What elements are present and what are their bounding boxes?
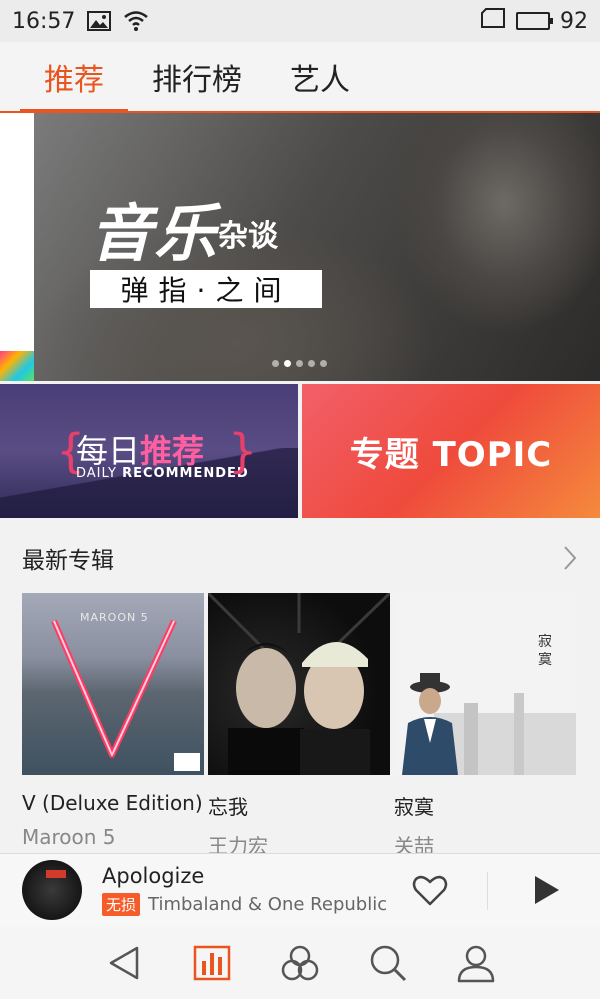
now-playing-title: Apologize <box>102 864 205 888</box>
now-playing-meta: 无损 Timbaland & One Republic <box>102 893 387 916</box>
banner-title: 音乐 <box>90 197 219 270</box>
profile-icon[interactable] <box>432 927 520 999</box>
top-tabs: 推荐 排行榜 艺人 <box>0 42 600 112</box>
now-playing-artist: Timbaland & One Republic <box>148 894 388 915</box>
right-brace: } <box>228 424 258 478</box>
play-icon[interactable] <box>525 870 565 910</box>
banner-subtitle: 杂谈 <box>218 219 278 254</box>
banner-dot[interactable] <box>296 360 303 367</box>
topic-tile[interactable]: 专题 TOPIC <box>302 384 600 518</box>
search-icon[interactable] <box>344 927 432 999</box>
chevron-right-icon[interactable] <box>558 544 582 572</box>
back-icon[interactable] <box>80 927 168 999</box>
promo-row: { 每日推荐 DAILY RECOMMENDED } 专题 TOPIC <box>0 384 600 518</box>
tab-recommend[interactable]: 推荐 <box>20 42 128 112</box>
discover-icon[interactable] <box>256 927 344 999</box>
album-card[interactable]: 寂寞 寂寞 关喆 <box>394 593 576 859</box>
banner-tagline: 弹指·之间 <box>90 270 322 308</box>
latest-albums-section: 最新专辑 MAROON 5 V (Deluxe Edition) Maroon … <box>0 518 600 858</box>
tab-artists[interactable]: 艺人 <box>266 42 374 112</box>
banner-page-indicator <box>272 360 327 367</box>
tab-charts[interactable]: 排行榜 <box>128 42 266 112</box>
battery-percent: 92 <box>560 8 588 34</box>
album-cover: MAROON 5 <box>22 593 204 775</box>
featured-banner[interactable]: 音乐 杂谈 弹指·之间 <box>0 113 600 381</box>
daily-en-label: DAILY RECOMMENDED <box>76 466 249 481</box>
lossless-badge: 无损 <box>102 893 141 916</box>
player-divider <box>487 872 488 910</box>
album-cover <box>208 593 390 775</box>
sim-card-icon <box>480 8 506 34</box>
now-playing-art[interactable] <box>22 860 82 920</box>
daily-recommended-tile[interactable]: { 每日推荐 DAILY RECOMMENDED } <box>0 384 298 518</box>
album-name: 忘我 <box>208 795 248 819</box>
mini-player[interactable]: Apologize 无损 Timbaland & One Republic <box>0 853 600 927</box>
album-name: 寂寞 <box>394 795 434 819</box>
parental-advisory-badge <box>174 753 200 771</box>
banner-dot[interactable] <box>320 360 327 367</box>
battery-icon <box>516 12 553 30</box>
previous-banner-peek[interactable] <box>0 113 34 381</box>
album-card[interactable]: 忘我 王力宏 <box>208 593 390 859</box>
banner-dot[interactable] <box>284 360 291 367</box>
status-bar: 16:57 92 <box>0 0 600 42</box>
status-time: 16:57 <box>12 8 76 34</box>
album-artist: Maroon 5 <box>22 825 116 849</box>
banner-dot[interactable] <box>272 360 279 367</box>
wifi-icon <box>123 10 149 32</box>
heart-icon[interactable] <box>410 870 450 910</box>
album-cover: 寂寞 <box>394 593 576 775</box>
banner-dot[interactable] <box>308 360 315 367</box>
topic-label: 专题 TOPIC <box>349 434 553 475</box>
section-title: 最新专辑 <box>22 548 114 574</box>
album-name: V (Deluxe Edition) <box>22 791 203 815</box>
section-header: 最新专辑 <box>22 538 582 578</box>
image-icon <box>87 11 112 31</box>
bottom-nav <box>0 927 600 999</box>
chart-icon[interactable] <box>168 927 256 999</box>
album-card[interactable]: MAROON 5 V (Deluxe Edition) Maroon 5 <box>22 593 204 849</box>
